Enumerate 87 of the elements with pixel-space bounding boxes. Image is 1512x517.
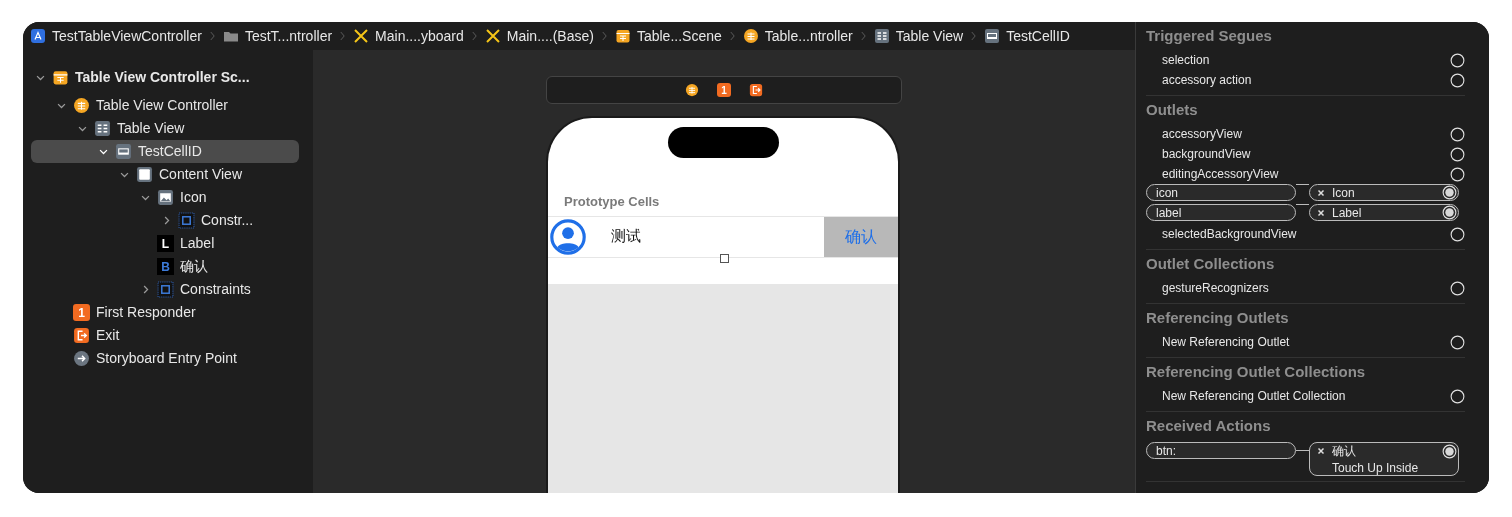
breadcrumb-item[interactable]: Table View (895, 25, 964, 47)
breadcrumb-item[interactable]: Main....(Base) (506, 25, 594, 47)
grid-circle-icon (73, 97, 90, 114)
outlet-name: selectedBackgroundView (1162, 226, 1298, 243)
app-icon (30, 28, 46, 44)
connection-target-pill[interactable]: Label (1309, 204, 1459, 221)
outline-item[interactable]: Constr... (31, 209, 299, 232)
table-icon (94, 120, 111, 137)
type-badge: 1 (73, 304, 90, 321)
section-title: Triggered Segues (1146, 25, 1273, 46)
connection-target-pill[interactable]: Icon (1309, 184, 1459, 201)
event-name: Touch Up Inside (1331, 460, 1420, 477)
cell-icon (115, 143, 132, 160)
outlet-source-pill[interactable]: label (1146, 204, 1296, 221)
grid-circle-icon (742, 28, 759, 44)
breadcrumb-item[interactable]: TestTableViewController (52, 25, 202, 47)
outlet-name: selection (1162, 52, 1211, 69)
breadcrumb-item[interactable]: TestT...ntroller (244, 25, 333, 47)
outline-item[interactable]: Storyboard Entry Point (31, 347, 299, 370)
outlet-name: accessoryView (1162, 126, 1243, 143)
outline-item[interactable]: Table View (31, 117, 299, 140)
view-icon (136, 166, 153, 183)
outline-item[interactable]: Icon (31, 186, 299, 209)
outline-item[interactable]: Content View (31, 163, 299, 186)
constraints-icon (157, 281, 174, 298)
breadcrumb-item[interactable]: Table...Scene (636, 25, 722, 47)
connection-circle-icon[interactable] (1450, 226, 1465, 242)
connection-circle-icon[interactable] (1450, 146, 1465, 162)
target-name: Icon (1332, 184, 1356, 202)
outline-item[interactable]: L Label (31, 232, 299, 255)
person-avatar-icon (550, 218, 586, 255)
breadcrumb-item[interactable]: TestCellID (1006, 25, 1070, 47)
connection-circle-icon[interactable] (1450, 52, 1465, 68)
section-title: Outlet Collections (1146, 253, 1276, 274)
constraints-icon (178, 212, 195, 229)
image-icon (157, 189, 174, 206)
connection-circle-icon[interactable] (1450, 334, 1465, 350)
connection-circle-icon[interactable] (1450, 280, 1465, 296)
crossed-tools-icon (484, 28, 501, 44)
target-name: Label (1332, 204, 1363, 222)
breadcrumb-item[interactable]: Table...ntroller (764, 25, 853, 47)
connection-circle-icon[interactable] (1450, 72, 1465, 88)
outline-item[interactable]: 1 First Responder (31, 301, 299, 324)
resize-handle[interactable] (720, 253, 729, 263)
arrow-circle-icon (73, 350, 90, 367)
outlet-source-pill[interactable]: btn: (1146, 442, 1296, 459)
outline-item[interactable]: Table View Controller (31, 94, 299, 117)
connected-circle-icon[interactable] (1442, 443, 1457, 459)
connection-circle-icon[interactable] (1450, 166, 1465, 182)
outlet-name: gestureRecognizers (1162, 280, 1270, 297)
connected-circle-icon[interactable] (1442, 205, 1457, 220)
exit-icon (73, 327, 90, 344)
exit-icon[interactable] (749, 83, 763, 97)
outlet-name: accessory action (1162, 72, 1253, 89)
remove-icon[interactable] (1317, 447, 1325, 455)
cell-label: 测试 (611, 226, 642, 247)
remove-icon[interactable] (1317, 188, 1325, 197)
outlet-name: backgroundView (1162, 146, 1252, 163)
type-badge: L (157, 235, 174, 252)
section-title: Referencing Outlet Collections (1146, 361, 1367, 382)
outline-item[interactable]: Constraints (31, 278, 299, 301)
grid-circle-icon[interactable] (685, 83, 699, 97)
table-icon (873, 28, 890, 44)
connected-circle-icon[interactable] (1442, 185, 1457, 200)
outlet-source-pill[interactable]: icon (1146, 184, 1296, 201)
section-title: Received Actions (1146, 415, 1272, 436)
breadcrumb-item[interactable]: Main....yboard (375, 25, 464, 47)
type-badge: B (157, 258, 174, 275)
connection-target-pill[interactable]: 确认 Touch Up Inside (1309, 442, 1459, 476)
section-title: Referencing Outlets (1146, 307, 1290, 328)
target-name: 确认 (1332, 443, 1357, 460)
section-title: Outlets (1146, 99, 1199, 120)
section-header: Prototype Cells (564, 193, 661, 211)
outlet-name: New Referencing Outlet Collection (1162, 388, 1347, 405)
outline-item[interactable]: B 确认 (31, 255, 299, 278)
grid-box-icon (52, 69, 69, 86)
grid-box-icon (614, 28, 631, 44)
outlet-name: New Referencing Outlet (1162, 334, 1291, 351)
connection-circle-icon[interactable] (1450, 388, 1465, 404)
crossed-tools-icon (353, 28, 370, 44)
remove-icon[interactable] (1317, 208, 1325, 217)
outline-item[interactable]: Table View Controller Sc... (31, 66, 299, 89)
outlet-name: editingAccessoryView (1162, 166, 1280, 183)
outline-item[interactable]: TestCellID (31, 140, 299, 163)
outline-item[interactable]: Exit (31, 324, 299, 347)
cell-icon (984, 28, 1001, 44)
connection-circle-icon[interactable] (1450, 126, 1465, 142)
